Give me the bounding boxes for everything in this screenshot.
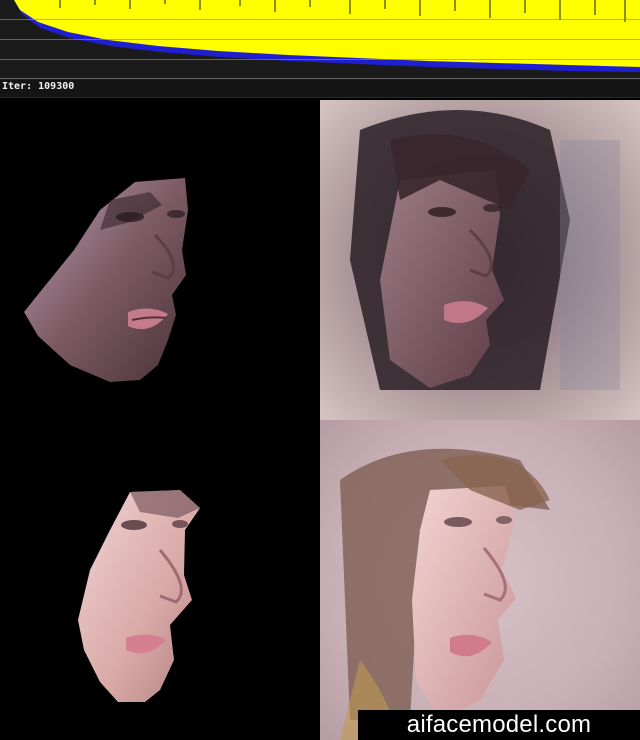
- loss-history-graph: [0, 0, 640, 80]
- training-preview-window: Iter: 109300 aifacemodel.com: [0, 0, 640, 740]
- preview-output-face-2: [320, 420, 640, 740]
- watermark-label: aifacemodel.com: [358, 710, 640, 740]
- preview-source-face-1: [0, 100, 320, 420]
- iter-value: 109300: [38, 81, 75, 92]
- iter-label: Iter:: [2, 81, 33, 92]
- preview-output-face-1: [320, 100, 640, 420]
- loss-graph-canvas: [0, 0, 640, 80]
- iteration-status-bar: Iter: 109300: [0, 80, 640, 98]
- preview-grid: aifacemodel.com: [0, 100, 640, 740]
- preview-source-face-2: [0, 420, 320, 740]
